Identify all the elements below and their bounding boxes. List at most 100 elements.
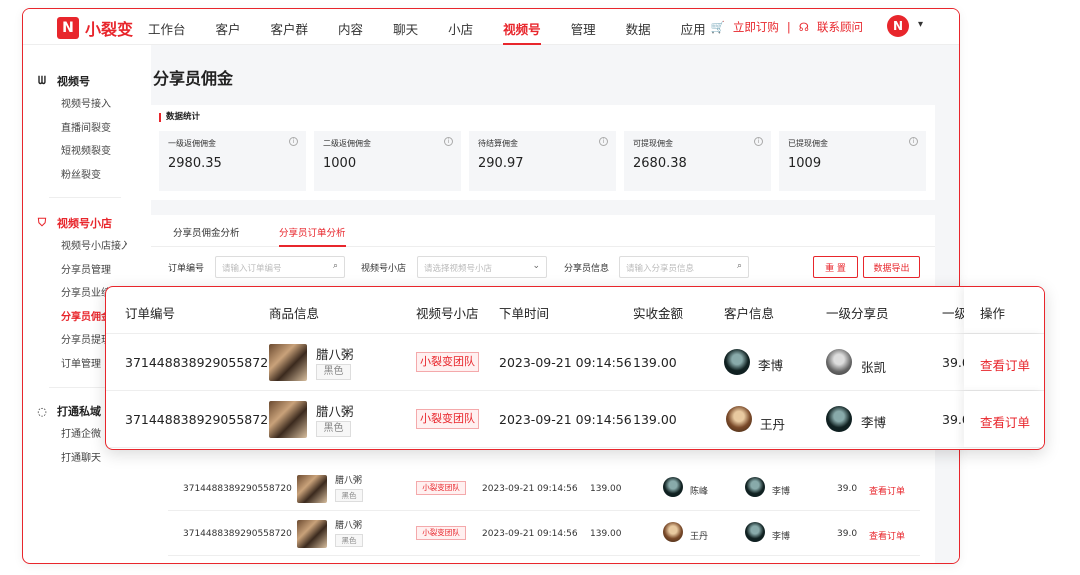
shop-tag: 小裂变团队 xyxy=(416,352,479,372)
sidebar-item-live-fission[interactable]: 直播间裂变 xyxy=(61,117,127,141)
product-thumbnail xyxy=(269,401,307,438)
shop-select[interactable]: 请选择视频号小店 ⌄ xyxy=(417,256,547,278)
column-header-order-no: 订单编号 xyxy=(125,306,176,321)
avatar xyxy=(726,406,752,432)
video-channel-icon: ᗯ xyxy=(38,74,46,87)
sidebar-item-chat[interactable]: 打通聊天 xyxy=(61,447,127,471)
info-icon[interactable]: i xyxy=(599,137,608,146)
nav-item-data[interactable]: 数据 xyxy=(626,9,651,45)
column-header-order-time: 下单时间 xyxy=(499,306,550,321)
nav-item-content[interactable]: 内容 xyxy=(338,9,363,45)
info-icon[interactable]: i xyxy=(754,137,763,146)
sharer-input[interactable]: 请输入分享员信息 ⌕ xyxy=(619,256,749,278)
contact-advisor-link[interactable]: 联系顾问 xyxy=(817,19,863,35)
nav-item-customers[interactable]: 客户 xyxy=(216,9,241,45)
order-no: 3714488389290558720 xyxy=(125,355,277,370)
stat-withdrawn-commission: 已提现佣金 i 1009 xyxy=(779,131,926,191)
tab-order-analysis[interactable]: 分享员订单分析 xyxy=(279,225,346,247)
sidebar-group-title[interactable]: ᗯ 视频号 xyxy=(35,73,127,89)
order-time: 2023-09-21 09:14:56 xyxy=(499,412,632,427)
amount: 139.00 xyxy=(633,355,677,370)
headset-icon: ☊ xyxy=(798,20,809,34)
logo[interactable]: N 小裂变 xyxy=(57,16,133,40)
avatar xyxy=(745,522,765,542)
stat-first-level-commission: 一级返佣佣金 i 2980.35 xyxy=(159,131,306,191)
info-icon[interactable]: i xyxy=(909,137,918,146)
sidebar-item-fans-fission[interactable]: 粉丝裂变 xyxy=(61,164,127,188)
info-icon[interactable]: i xyxy=(444,137,453,146)
search-icon: ⌕ xyxy=(736,261,742,271)
reset-button[interactable]: 重 置 xyxy=(813,256,858,278)
product-thumbnail xyxy=(297,520,327,548)
nav-item-customer-groups[interactable]: 客户群 xyxy=(271,9,309,45)
order-no-label: 订单编号 xyxy=(168,264,205,274)
search-icon: ⌕ xyxy=(332,261,338,271)
table-row[interactable]: 3714488389290558720 腊八粥 黑色 小裂变团队 2023-09… xyxy=(168,467,920,511)
column-header-customer: 客户信息 xyxy=(724,306,775,321)
info-icon[interactable]: i xyxy=(289,137,298,146)
view-order-link[interactable]: 查看订单 xyxy=(869,529,905,542)
spec-tag: 黑色 xyxy=(335,534,363,547)
sidebar-item-video-access[interactable]: 视频号接入 xyxy=(61,93,127,117)
shop-tag: 小裂变团队 xyxy=(416,481,466,495)
order-no: 3714488389290558720 xyxy=(125,412,277,427)
view-order-link[interactable]: 查看订单 xyxy=(980,412,1030,431)
divider xyxy=(49,197,121,198)
customer-name: 王丹 xyxy=(760,417,786,432)
logo-text: 小裂变 xyxy=(85,20,134,39)
order-table-zoom: 订单编号 商品信息 视频号小店 下单时间 实收金额 客户信息 一级分享员 一级 … xyxy=(105,286,1045,450)
cart-icon: 🛒 xyxy=(710,20,725,34)
order-now-link[interactable]: 立即订购 xyxy=(733,19,779,35)
spec-tag: 黑色 xyxy=(335,489,363,502)
view-order-link[interactable]: 查看订单 xyxy=(869,484,905,497)
avatar xyxy=(663,477,683,497)
avatar xyxy=(663,522,683,542)
nav-item-video-channel[interactable]: 视频号 xyxy=(503,9,541,45)
nav-item-apps[interactable]: 应用 xyxy=(681,9,706,45)
table-row[interactable]: 3714488389290558720 腊八粥 黑色 小裂变团队 2023-09… xyxy=(106,334,1044,391)
nav-item-workbench[interactable]: 工作台 xyxy=(148,9,186,45)
action-cell: 查看订单 xyxy=(964,334,1044,390)
chat-icon: ◌ xyxy=(37,404,47,418)
chevron-down-icon: ⌄ xyxy=(532,261,540,271)
stat-second-level-commission: 二级返佣佣金 i 1000 xyxy=(314,131,461,191)
chevron-down-icon[interactable]: ▾ xyxy=(918,19,923,30)
product-name: 腊八粥 xyxy=(316,347,354,362)
sidebar-item-shop-access[interactable]: 视频号小店接入 xyxy=(61,235,127,259)
user-avatar[interactable]: N xyxy=(887,15,909,37)
avatar xyxy=(724,349,750,375)
sidebar-item-short-video-fission[interactable]: 短视频裂变 xyxy=(61,140,127,164)
sidebar-item-sharer-manage[interactable]: 分享员管理 xyxy=(61,259,127,283)
action-column-header: 操作 xyxy=(964,287,1044,333)
spec-tag: 黑色 xyxy=(316,421,351,437)
logo-icon: N xyxy=(57,17,79,39)
filter-bar: 订单编号 请输入订单编号 ⌕ 视频号小店 请选择视频号小店 ⌄ 分享员信息 请输… xyxy=(151,256,935,278)
view-order-link[interactable]: 查看订单 xyxy=(980,355,1030,374)
sidebar-group-title[interactable]: ⛉ 视频号小店 xyxy=(35,215,127,231)
table-row[interactable]: 3714488389290558720 腊八粥 黑色 小裂变团队 2023-09… xyxy=(106,391,1044,448)
nav-item-shop[interactable]: 小店 xyxy=(448,9,473,45)
nav-item-chat[interactable]: 聊天 xyxy=(393,9,418,45)
table-header: 订单编号 商品信息 视频号小店 下单时间 实收金额 客户信息 一级分享员 一级 … xyxy=(106,287,1044,334)
sharer-name: 张凯 xyxy=(861,360,887,375)
spec-tag: 黑色 xyxy=(316,364,351,380)
shop-icon: ⛉ xyxy=(37,216,47,229)
product-thumbnail xyxy=(297,475,327,503)
table-row[interactable]: 3714488389290558720 腊八粥 黑色 小裂变团队 2023-09… xyxy=(168,512,920,556)
order-no-input[interactable]: 请输入订单编号 ⌕ xyxy=(215,256,345,278)
nav-separator: | xyxy=(786,20,791,34)
stat-withdrawable-commission: 可提现佣金 i 2680.38 xyxy=(624,131,771,191)
stat-pending-commission: 待结算佣金 i 290.97 xyxy=(469,131,616,191)
nav-actions: 🛒 立即订购 | ☊ 联系顾问 xyxy=(711,19,863,35)
sidebar-group-video-channel: ᗯ 视频号 视频号接入 直播间裂变 短视频裂变 粉丝裂变 xyxy=(35,73,127,187)
column-header-first-sharer: 一级分享员 xyxy=(826,306,889,321)
nav-item-manage[interactable]: 管理 xyxy=(571,9,596,45)
export-button[interactable]: 数据导出 xyxy=(863,256,920,278)
amount: 139.00 xyxy=(633,412,677,427)
column-header-shop: 视频号小店 xyxy=(416,306,479,321)
action-cell: 查看订单 xyxy=(964,391,1044,447)
main-menu: 工作台 客户 客户群 内容 聊天 小店 视频号 管理 数据 应用 xyxy=(148,9,736,45)
stats-card: 数据统计 一级返佣佣金 i 2980.35 二级返佣佣金 i 1000 待结算佣… xyxy=(151,105,935,200)
column-header-product: 商品信息 xyxy=(269,306,320,321)
tab-commission-analysis[interactable]: 分享员佣金分析 xyxy=(173,225,240,239)
